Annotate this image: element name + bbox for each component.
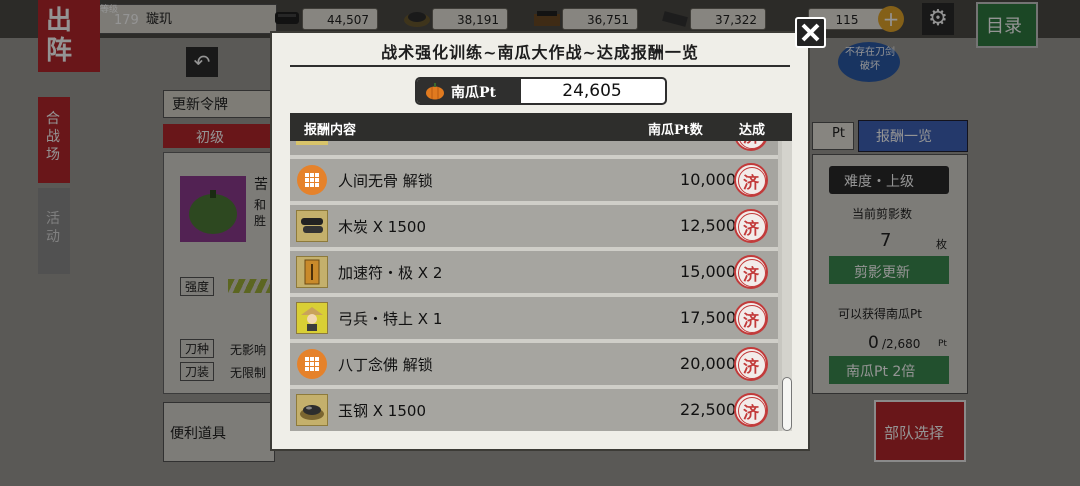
list-item-partial: 济: [290, 141, 778, 159]
reward-item-icon: [296, 141, 328, 145]
achieved-stamp: 济: [734, 209, 768, 243]
reward-name: 人间无骨 解锁: [338, 172, 433, 190]
reward-name: 加速符・极 X 2: [338, 264, 443, 282]
scrollbar-thumb[interactable]: [782, 377, 792, 431]
reward-name: 八丁念佛 解锁: [338, 356, 433, 374]
header-achieved: 达成: [739, 123, 766, 138]
reward-name: 弓兵・特上 X 1: [338, 310, 443, 328]
pt-label: 南瓜Pt: [451, 85, 496, 101]
achieved-stamp: 济: [734, 163, 768, 197]
reward-pt: 22,500: [680, 400, 736, 419]
pumpkin-pt-display: 南瓜Pt 24,605: [415, 77, 667, 105]
list-item: 加速符・极 X 2 15,000 济: [290, 251, 778, 297]
header-reward-content: 报酬内容: [304, 123, 357, 138]
unlock-grid-icon: [296, 164, 328, 196]
unlock-grid-icon: [296, 348, 328, 380]
archer-soldier-icon: [296, 302, 328, 334]
reward-pt: 15,000: [680, 262, 736, 281]
reward-pt: 12,500: [680, 216, 736, 235]
reward-name: 木炭 X 1500: [338, 218, 426, 236]
reward-pt: 17,500: [680, 308, 736, 327]
achieved-stamp: 济: [734, 255, 768, 289]
list-item: 木炭 X 1500 12,500 济: [290, 205, 778, 251]
close-icon: [801, 23, 820, 42]
achieved-stamp: 济: [734, 347, 768, 381]
tamahagane-icon: [296, 394, 328, 426]
reward-pt: 10,000: [680, 170, 736, 189]
accelerator-charm-icon: [296, 256, 328, 288]
list-item: 玉钢 X 1500 22,500 济: [290, 389, 778, 431]
reward-pt: 20,000: [680, 354, 736, 373]
list-item: 人间无骨 解锁 10,000 济: [290, 159, 778, 205]
reward-list-dialog: 战术强化训练~南瓜大作战~达成报酬一览 南瓜Pt 24,605 报酬内容 南瓜P…: [270, 31, 810, 451]
reward-list[interactable]: 济 人间无骨 解锁 10,000 济 木炭 X 1500 12,500 济 加速…: [290, 141, 792, 431]
close-button[interactable]: [795, 17, 826, 48]
header-pt-count: 南瓜Pt数: [648, 123, 703, 138]
pumpkin-icon: [425, 82, 445, 100]
pt-value: 24,605: [562, 81, 622, 101]
reward-name: 玉钢 X 1500: [338, 402, 426, 420]
title-divider: [290, 65, 790, 67]
table-header: 报酬内容 南瓜Pt数 达成: [290, 113, 792, 141]
dialog-title: 战术强化训练~南瓜大作战~达成报酬一览: [381, 43, 699, 62]
list-item: 弓兵・特上 X 1 17,500 济: [290, 297, 778, 343]
list-item: 八丁念佛 解锁 20,000 济: [290, 343, 778, 389]
charcoal-icon: [296, 210, 328, 242]
achieved-stamp: 济: [734, 301, 768, 335]
achieved-stamp: 济: [734, 393, 768, 427]
achieved-stamp: 济: [734, 141, 768, 151]
